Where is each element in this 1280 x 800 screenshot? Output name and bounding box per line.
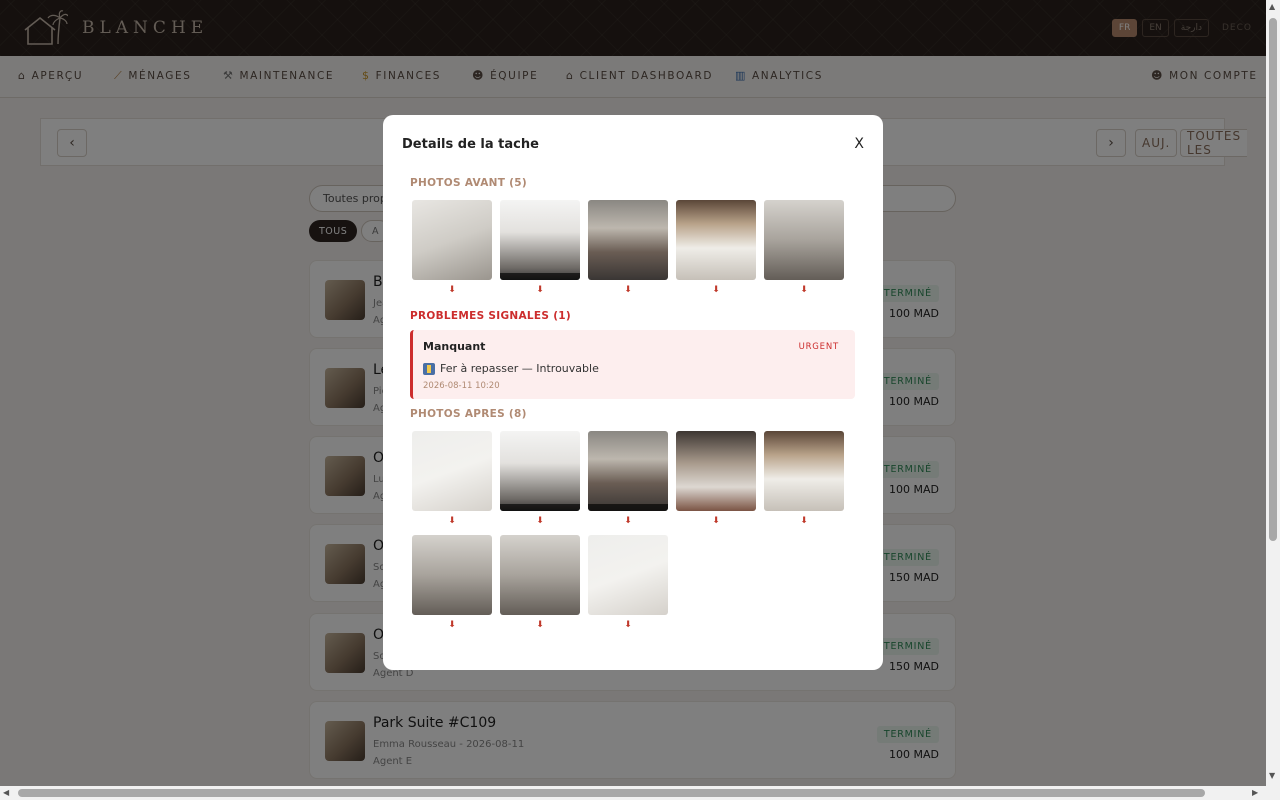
- before-photo[interactable]: [500, 200, 580, 280]
- scroll-right-icon[interactable]: ▶: [1252, 788, 1258, 797]
- after-photo[interactable]: [588, 535, 668, 615]
- after-photo[interactable]: [500, 535, 580, 615]
- download-icon[interactable]: ⬇: [588, 285, 668, 295]
- download-icon[interactable]: ⬇: [412, 620, 492, 630]
- problems-title: PROBLEMES SIGNALES (1): [410, 310, 571, 322]
- download-icon[interactable]: ⬇: [764, 516, 844, 526]
- photo-caption-strip: [588, 504, 668, 511]
- iron-icon: [423, 362, 435, 375]
- download-icon[interactable]: ⬇: [500, 285, 580, 295]
- horizontal-scrollbar-thumb[interactable]: [18, 789, 1205, 797]
- after-photo[interactable]: [588, 431, 668, 511]
- photo-caption-strip: [500, 273, 580, 280]
- download-icon[interactable]: ⬇: [588, 620, 668, 630]
- download-icon[interactable]: ⬇: [412, 516, 492, 526]
- problem-description-text: Fer à repasser — Introuvable: [440, 362, 599, 375]
- vertical-scrollbar[interactable]: ▲ ▼: [1266, 0, 1280, 800]
- problem-description: Fer à repasser — Introuvable: [423, 362, 599, 375]
- task-details-modal: Details de la tache X PHOTOS AVANT (5) ⬇…: [383, 115, 883, 670]
- vertical-scrollbar-thumb[interactable]: [1269, 18, 1277, 541]
- horizontal-scrollbar[interactable]: ◀ ▶: [0, 786, 1266, 800]
- before-photo[interactable]: [412, 200, 492, 280]
- before-photo[interactable]: [764, 200, 844, 280]
- urgency-badge: URGENT: [798, 342, 839, 352]
- download-icon[interactable]: ⬇: [412, 285, 492, 295]
- photo-caption-strip: [500, 504, 580, 511]
- photos-after-title: PHOTOS APRES (8): [410, 408, 527, 420]
- problem-type: Manquant: [423, 340, 486, 353]
- after-photo[interactable]: [412, 431, 492, 511]
- modal-title: Details de la tache: [402, 137, 539, 152]
- after-photo[interactable]: [676, 431, 756, 511]
- scroll-up-icon[interactable]: ▲: [1269, 2, 1275, 11]
- download-icon[interactable]: ⬇: [676, 285, 756, 295]
- download-icon[interactable]: ⬇: [500, 516, 580, 526]
- before-photo[interactable]: [588, 200, 668, 280]
- download-icon[interactable]: ⬇: [676, 516, 756, 526]
- download-icon[interactable]: ⬇: [588, 516, 668, 526]
- download-icon[interactable]: ⬇: [764, 285, 844, 295]
- close-button[interactable]: X: [854, 136, 864, 152]
- scroll-left-icon[interactable]: ◀: [3, 788, 9, 797]
- after-photo[interactable]: [764, 431, 844, 511]
- after-photo[interactable]: [500, 431, 580, 511]
- after-photo[interactable]: [412, 535, 492, 615]
- photos-before-title: PHOTOS AVANT (5): [410, 177, 527, 189]
- problem-date: 2026-08-11 10:20: [423, 381, 500, 391]
- download-icon[interactable]: ⬇: [500, 620, 580, 630]
- problem-item: Manquant URGENT Fer à repasser — Introuv…: [410, 330, 855, 399]
- scroll-down-icon[interactable]: ▼: [1269, 771, 1275, 780]
- before-photo[interactable]: [676, 200, 756, 280]
